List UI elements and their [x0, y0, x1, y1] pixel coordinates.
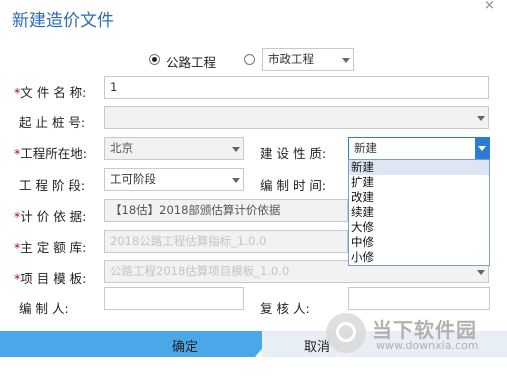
- reviewer-input[interactable]: [348, 287, 490, 310]
- reviewer-label: 复 核 人:: [260, 301, 310, 316]
- dialog-title: 新建造价文件: [12, 11, 114, 31]
- compiler-label: 编 制 人:: [19, 301, 69, 316]
- municipal-select[interactable]: 市政工程: [262, 48, 354, 71]
- dropdown-option-rebuild[interactable]: 改建: [349, 190, 489, 205]
- dropdown-option-minor-repair[interactable]: 小修: [349, 250, 489, 265]
- location-label: *工程所在地:: [14, 146, 87, 161]
- stage-select[interactable]: 工可阶段: [104, 168, 244, 191]
- quota-library-select[interactable]: 2018公路工程估算指标_1.0.0: [104, 230, 348, 253]
- radio-municipal[interactable]: [244, 54, 255, 65]
- dropdown-option-continue[interactable]: 续建: [349, 205, 489, 220]
- dropdown-option-expand[interactable]: 扩建: [349, 175, 489, 190]
- stage-value: 工可阶段: [110, 172, 156, 186]
- chevron-down-icon: [232, 178, 240, 183]
- watermark-logo-ring-icon: [336, 322, 356, 342]
- chevron-down-icon: [477, 270, 485, 275]
- municipal-select-value: 市政工程: [268, 52, 314, 66]
- compiler-input[interactable]: [104, 287, 244, 310]
- file-name-input[interactable]: 1: [104, 76, 489, 99]
- construction-type-select[interactable]: 新建: [348, 137, 490, 160]
- radio-highway[interactable]: [149, 54, 160, 65]
- file-name-label: *文 件 名 称:: [14, 85, 87, 100]
- compile-time-label: 编 制 时 间:: [260, 178, 327, 193]
- confirm-button-label: 确定: [172, 340, 199, 355]
- chevron-down-icon: [232, 147, 240, 152]
- construction-type-label: 建 设 性 质:: [260, 146, 327, 161]
- station-label: 起 止 桩 号:: [19, 115, 86, 130]
- pricing-basis-label: *计 价 依 据:: [14, 209, 87, 224]
- chevron-down-icon: [477, 116, 485, 121]
- chevron-down-icon: [342, 58, 350, 63]
- chevron-down-icon[interactable]: [475, 138, 489, 159]
- confirm-button[interactable]: 确定: [0, 331, 277, 357]
- project-template-label: *项 目 模 板:: [14, 271, 87, 286]
- location-value: 北京: [110, 141, 133, 155]
- construction-type-dropdown: 新建 扩建 改建 续建 大修 中修 小修: [348, 159, 490, 266]
- location-select[interactable]: 北京: [104, 137, 244, 160]
- station-select[interactable]: [104, 106, 489, 129]
- construction-type-value: 新建: [354, 141, 377, 155]
- dropdown-option-new[interactable]: 新建: [349, 160, 489, 175]
- pricing-basis-select[interactable]: 【18估】2018部颁估算计价依据: [104, 199, 348, 222]
- dropdown-option-medium-repair[interactable]: 中修: [349, 235, 489, 250]
- close-icon[interactable]: ×: [484, 0, 495, 13]
- dropdown-option-major-repair[interactable]: 大修: [349, 220, 489, 235]
- watermark-url: www.downxia.com: [376, 339, 479, 352]
- stage-label: 工 程 阶 段:: [19, 178, 86, 193]
- quota-library-label: *主 定 额 库:: [14, 240, 87, 255]
- radio-highway-label: 公路工程: [166, 55, 217, 70]
